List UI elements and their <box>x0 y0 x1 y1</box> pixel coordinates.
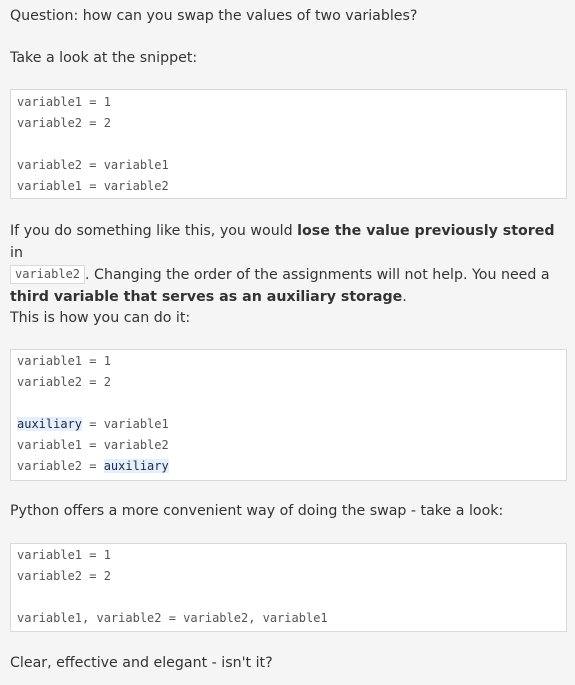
explanation-paragraph: If you do something like this, you would… <box>10 220 570 308</box>
how-to-text: This is how you can do it: <box>10 310 191 326</box>
code-line: variable1 = 1 <box>17 354 111 368</box>
intro-text: Take a look at the snippet: <box>10 50 198 66</box>
explanation-bold-text: third variable that serves as an auxilia… <box>10 289 403 305</box>
code-highlight: auxiliary <box>103 459 169 473</box>
code-text: = variable1 <box>82 417 169 431</box>
code-line: variable1 = 1 <box>17 548 111 562</box>
code-line: auxiliary = variable1 <box>17 414 566 435</box>
code-line: variable1 = 1 <box>17 95 111 109</box>
code-line: variable2 = 2 <box>17 116 111 130</box>
code-line: variable1 = variable2 <box>17 438 169 452</box>
explanation-text: . Changing the order of the assignments … <box>85 267 550 283</box>
conclusion-text: Clear, effective and elegant - isn't it? <box>10 655 273 671</box>
python-intro-text: Python offers a more convenient way of d… <box>10 503 504 519</box>
code-highlight: auxiliary <box>17 417 83 431</box>
code-snippet-naive: variable1 = 1 variable2 = 2 variable2 = … <box>10 89 567 199</box>
code-line: variable1 = variable2 <box>17 179 169 193</box>
code-snippet-python: variable1 = 1 variable2 = 2 variable1, v… <box>10 543 567 632</box>
code-line: variable2 = 2 <box>17 375 111 389</box>
explanation-text: If you do something like this, you would <box>10 223 298 239</box>
code-line: variable2 = auxiliary <box>17 456 566 477</box>
code-line: variable2 = 2 <box>17 569 111 583</box>
explanation-bold-text: lose the value previously stored <box>297 223 555 239</box>
code-text: variable2 = <box>17 459 104 473</box>
code-line: variable1, variable2 = variable2, variab… <box>17 611 328 625</box>
inline-code: variable2 <box>10 265 86 284</box>
code-snippet-auxiliary: variable1 = 1 variable2 = 2 auxiliary = … <box>10 349 567 481</box>
question-text: Question: how can you swap the values of… <box>10 8 418 24</box>
code-line: variable2 = variable1 <box>17 158 169 172</box>
explanation-text: in <box>10 245 23 261</box>
explanation-text: . <box>402 289 407 305</box>
